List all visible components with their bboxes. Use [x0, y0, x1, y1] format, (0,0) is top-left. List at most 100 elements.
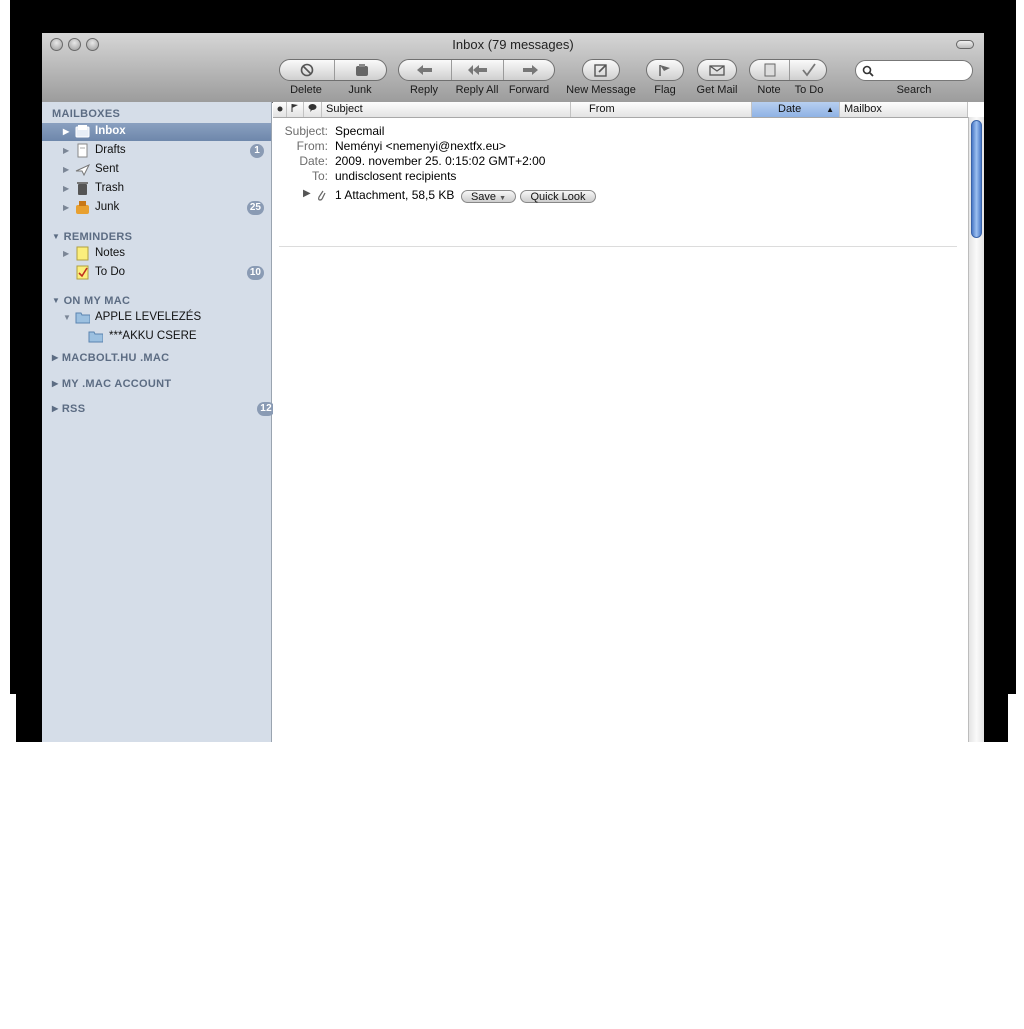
- flag-button[interactable]: [646, 59, 684, 81]
- delete-button[interactable]: [280, 60, 334, 80]
- flag-icon: [659, 65, 670, 76]
- sidebar-item-inbox[interactable]: ▶ Inbox: [42, 123, 271, 141]
- sidebar-item-label: To Do: [95, 266, 126, 278]
- forward-label: Forward: [508, 84, 550, 96]
- to-value: undisclosent recipients: [335, 169, 457, 183]
- get-mail-button[interactable]: [697, 59, 737, 81]
- reminders-header-label: REMINDERS: [63, 231, 133, 243]
- column-subject[interactable]: Subject: [322, 102, 571, 117]
- note-button[interactable]: [750, 60, 789, 80]
- save-button-label: Save: [470, 191, 497, 203]
- disclosure-triangle-icon[interactable]: ▶: [63, 203, 69, 212]
- reply-label: Reply: [409, 84, 439, 96]
- new-message-label: New Message: [566, 84, 636, 96]
- folder-icon: [88, 331, 103, 343]
- delete-icon: [300, 63, 314, 77]
- sidebar-item-apple-levelezes[interactable]: ▼ APPLE LEVELEZÉS: [42, 309, 271, 327]
- window-title: Inbox (79 messages): [452, 37, 574, 52]
- junk-icon: [76, 201, 89, 214]
- drafts-icon: [77, 143, 88, 158]
- rss-header-label: RSS: [61, 403, 86, 415]
- header-separator: [279, 246, 957, 247]
- message-pane: Subject From Date ▲ Mailbox Subject: Spe…: [273, 102, 984, 742]
- attachment-summary: 1 Attachment, 58,5 KB: [335, 188, 455, 202]
- column-mailbox[interactable]: Mailbox: [840, 102, 968, 117]
- column-date-label: Date: [778, 103, 802, 115]
- sidebar-item-label: ***AKKU CSERE: [109, 330, 197, 342]
- column-status[interactable]: [304, 102, 322, 117]
- subject-value: Specmail: [335, 124, 385, 138]
- dropdown-arrow-icon: ▼: [499, 195, 507, 202]
- reply-group: [398, 59, 555, 81]
- disclosure-triangle-icon[interactable]: ▶: [63, 249, 69, 258]
- sidebar-item-label: Trash: [95, 182, 124, 194]
- mac-account-header-label: MY .MAC ACCOUNT: [61, 378, 172, 390]
- new-message-segment: [583, 60, 619, 80]
- column-date[interactable]: Date ▲: [752, 102, 840, 117]
- disclosure-triangle-down-icon[interactable]: ▼: [63, 313, 71, 322]
- mail-window: Inbox (79 messages) Delete Junk Reply Re…: [42, 33, 984, 742]
- forward-button[interactable]: [503, 60, 556, 80]
- sidebar-item-notes[interactable]: ▶ Notes: [42, 245, 271, 263]
- sidebar-item-label: Sent: [95, 163, 119, 175]
- mailbox-sidebar: MAILBOXES ▶ Inbox ▶ Drafts 1 ▶ Sent ▶ Tr…: [42, 102, 275, 742]
- sidebar-item-label: Inbox: [95, 125, 126, 137]
- sidebar-item-junk[interactable]: ▶ Junk 25: [42, 199, 271, 217]
- reply-button[interactable]: [399, 60, 451, 80]
- disclosure-triangle-icon[interactable]: ▶: [63, 146, 69, 155]
- date-label: Date:: [299, 154, 328, 168]
- delete-label: Delete: [290, 84, 322, 96]
- delete-junk-group: [279, 59, 387, 81]
- junk-button[interactable]: [334, 60, 388, 80]
- flag-segment: [647, 60, 683, 80]
- attachment-disclosure-icon[interactable]: ▶: [303, 188, 311, 199]
- get-mail-label: Get Mail: [696, 84, 738, 96]
- reminders-header[interactable]: ▼ REMINDERS: [52, 231, 132, 243]
- todo-icon: [76, 265, 89, 280]
- reply-all-label: Reply All: [455, 84, 499, 96]
- message-list-header: Subject From Date ▲ Mailbox: [273, 102, 968, 118]
- column-flag[interactable]: [287, 102, 304, 117]
- column-from[interactable]: From: [571, 102, 752, 117]
- from-value[interactable]: Neményi <nemenyi@nextfx.eu>: [335, 139, 506, 153]
- on-my-mac-header-label: ON MY MAC: [63, 295, 131, 307]
- new-message-button[interactable]: [582, 59, 620, 81]
- search-label: Search: [896, 84, 932, 96]
- sidebar-item-trash[interactable]: ▶ Trash: [42, 180, 271, 198]
- note-todo-group: [749, 59, 827, 81]
- todo-label: To Do: [794, 84, 824, 96]
- sent-icon: [75, 163, 90, 177]
- column-unread[interactable]: [273, 102, 287, 117]
- disclosure-triangle-icon[interactable]: ▶: [63, 184, 69, 193]
- todo-button[interactable]: [789, 60, 828, 80]
- paperclip-icon: [318, 190, 326, 201]
- forward-arrow-icon: [523, 65, 538, 75]
- macbolt-header[interactable]: ▶ MACBOLT.HU .MAC: [52, 352, 169, 364]
- sidebar-item-drafts[interactable]: ▶ Drafts 1: [42, 142, 271, 160]
- sort-ascending-icon: ▲: [826, 105, 834, 114]
- mailboxes-header: MAILBOXES: [52, 108, 121, 120]
- disclosure-triangle-icon[interactable]: ▶: [63, 165, 69, 174]
- search-icon: [862, 65, 874, 77]
- mac-account-header[interactable]: ▶ MY .MAC ACCOUNT: [52, 378, 171, 390]
- from-label: From:: [296, 139, 328, 153]
- junk-label: Junk: [348, 84, 372, 96]
- quick-look-button[interactable]: Quick Look: [520, 190, 596, 203]
- disclosure-triangle-icon[interactable]: ▶: [63, 127, 69, 136]
- sidebar-item-todo[interactable]: To Do 10: [42, 264, 271, 282]
- rss-header[interactable]: ▶ RSS 12: [52, 402, 275, 416]
- reply-all-button[interactable]: [451, 60, 504, 80]
- envelope-icon: [709, 65, 725, 76]
- vertical-scrollbar[interactable]: [968, 117, 984, 742]
- scrollbar-thumb[interactable]: [971, 120, 982, 238]
- sidebar-item-akku-csere[interactable]: ***AKKU CSERE: [42, 328, 271, 346]
- speech-bubble-icon: [308, 104, 317, 112]
- toolbar-toggle-button[interactable]: [956, 40, 974, 49]
- macbolt-header-label: MACBOLT.HU .MAC: [61, 352, 170, 364]
- search-field[interactable]: [855, 60, 973, 81]
- inbox-icon: [75, 125, 90, 138]
- save-attachment-button[interactable]: Save ▼: [461, 190, 516, 203]
- sidebar-item-sent[interactable]: ▶ Sent: [42, 161, 271, 179]
- on-my-mac-header[interactable]: ▼ ON MY MAC: [52, 295, 130, 307]
- unread-dot-icon: [277, 106, 283, 112]
